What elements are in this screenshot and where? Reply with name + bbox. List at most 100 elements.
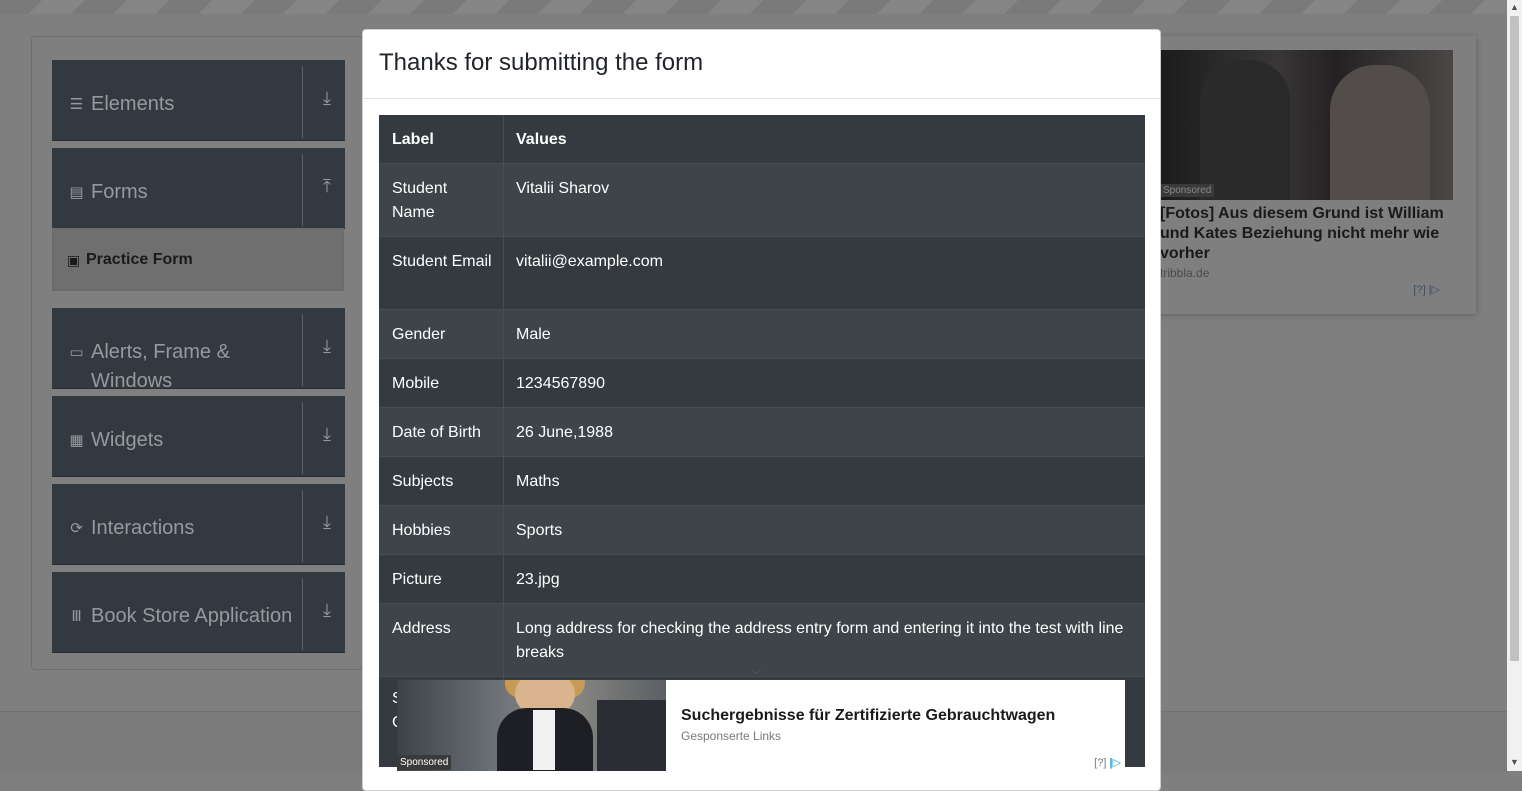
table-cell: 23.jpg (503, 555, 1145, 604)
bottom-ad[interactable]: Sponsored Suchergebnisse für Zertifizier… (397, 680, 1125, 771)
group-title: Widgets (91, 429, 164, 451)
ad-source[interactable]: tribbla.de (1160, 266, 1209, 280)
ad-image-figure (1330, 65, 1430, 200)
group-header: ⟳ Interactions (52, 490, 303, 562)
group-header: ▦ Widgets (52, 402, 303, 474)
ad-image[interactable] (1160, 50, 1453, 200)
chevron-down-icon[interactable]: ⌵ (752, 663, 761, 678)
table-cell: 26 June,1988 (503, 408, 1145, 457)
row-label: Date of Birth (392, 424, 481, 441)
table-row: Date of Birth 26 June,1988 (379, 407, 1145, 457)
download-arrow-icon: ⤓ (323, 600, 331, 620)
row-label: Address (392, 620, 451, 637)
group-header: Ⅲ Book Store Application (52, 578, 303, 650)
group-header: ▤ Forms (52, 154, 303, 226)
books-icon: Ⅲ (71, 608, 82, 625)
header-values: Values (516, 131, 567, 148)
sidebar-group-elements[interactable]: ☰ Elements ⤓ (52, 60, 345, 141)
sidebar-group-forms[interactable]: ▤ Forms ⤒ (52, 148, 345, 229)
row-value: 23.jpg (516, 571, 560, 588)
header-label: Label (392, 131, 434, 148)
table-cell: Hobbies (379, 506, 504, 555)
row-label: Gender (392, 326, 446, 343)
table-row: Student Email vitalii@example.com (379, 236, 1145, 310)
row-label: Mobile (392, 375, 440, 392)
table-cell: Gender (379, 310, 504, 359)
row-label: Subjects (392, 473, 454, 490)
table-row: Gender Male (379, 309, 1145, 359)
page-scrollbar[interactable]: ▲ ▼ (1507, 0, 1522, 771)
table-cell: Picture (379, 555, 504, 604)
row-label: Student Name (392, 180, 448, 221)
html5-icon: ▣ (67, 252, 81, 268)
row-value: 1234567890 (516, 375, 605, 392)
right-ad[interactable]: Sponsored [Fotos] Aus diesem Grund ist W… (1150, 36, 1476, 314)
ad-image-figure (1200, 60, 1290, 200)
table-header-cell: Label (379, 115, 504, 163)
row-label: Student Email (392, 253, 492, 270)
sidebar-group-bookstore[interactable]: Ⅲ Book Store Application ⤓ (52, 572, 345, 653)
menu-icon: ☰ (69, 96, 84, 113)
scroll-up-icon[interactable]: ▲ (1510, 2, 1519, 12)
ad-marker: [?] (1094, 757, 1107, 769)
row-value: Vitalii Sharov (516, 180, 610, 197)
table-header-row: Label Values (379, 115, 1145, 163)
sidebar-item-label: Practice Form (86, 251, 193, 268)
group-title: Forms (91, 181, 148, 203)
upload-arrow-icon: ⤒ (323, 176, 331, 196)
table-row: Hobbies Sports (379, 505, 1145, 555)
refresh-icon: ⟳ (70, 520, 83, 537)
window-icon: ▭ (69, 344, 84, 361)
sponsored-badge: Sponsored (397, 755, 452, 770)
modal-header: Thanks for submitting the form (363, 30, 1160, 99)
group-title: Alerts, Frame & Windows (91, 341, 230, 392)
table-cell: Student Email (379, 237, 504, 310)
ad-image-figure (597, 700, 666, 771)
download-arrow-icon: ⤓ (323, 512, 331, 532)
sidebar-item-practice-form[interactable]: ▣ Practice Form (52, 228, 344, 291)
table-cell: Long address for checking the address en… (503, 604, 1145, 677)
table-row: Address Long address for checking the ad… (379, 603, 1145, 677)
group-header: ☰ Elements (52, 66, 303, 138)
document-icon: ▤ (69, 184, 84, 201)
scrollbar-thumb[interactable] (1510, 16, 1519, 661)
table-cell: Subjects (379, 457, 504, 506)
download-arrow-icon: ⤓ (323, 424, 331, 444)
table-cell: Male (503, 310, 1145, 359)
table-cell: 1234567890 (503, 359, 1145, 408)
sidebar-group-alerts[interactable]: ▭ Alerts, Frame & Windows ⤓ (52, 308, 345, 392)
modal-title: Thanks for submitting the form (379, 49, 704, 76)
ad-info-icon[interactable]: [?] |▷ (1413, 283, 1440, 296)
sponsored-badge: Sponsored (1160, 184, 1215, 197)
header-banner (0, 0, 1507, 14)
scroll-down-icon[interactable]: ▼ (1510, 757, 1519, 767)
sidebar-group-widgets[interactable]: ▦ Widgets ⤓ (52, 396, 345, 477)
table-row: Subjects Maths (379, 456, 1145, 506)
row-value: vitalii@example.com (516, 253, 663, 270)
table-row: Student Name Vitalii Sharov (379, 163, 1145, 237)
download-arrow-icon: ⤓ (323, 88, 331, 108)
download-arrow-icon: ⤓ (323, 336, 331, 356)
ad-marker: [?] (1413, 284, 1426, 296)
row-label: Hobbies (392, 522, 451, 539)
row-label: Picture (392, 571, 442, 588)
group-title: Book Store Application (91, 605, 293, 627)
row-value: Sports (516, 522, 563, 539)
row-value: 26 June,1988 (516, 424, 613, 441)
table-header-cell: Values (503, 115, 1145, 163)
ad-subline: Gesponserte Links (681, 729, 782, 743)
submission-modal: Thanks for submitting the form Label Val… (362, 29, 1161, 791)
table-row: Picture 23.jpg (379, 554, 1145, 604)
sidebar-group-interactions[interactable]: ⟳ Interactions ⤓ (52, 484, 345, 565)
ad-info-icon[interactable]: [?] |▷ (1094, 756, 1121, 769)
widgets-icon: ▦ (69, 432, 84, 449)
ad-image-figure (533, 710, 555, 770)
table-row: Mobile 1234567890 (379, 358, 1145, 408)
row-value: Maths (516, 473, 560, 490)
table-cell: Date of Birth (379, 408, 504, 457)
table-cell: Sports (503, 506, 1145, 555)
ad-headline[interactable]: [Fotos] Aus diesem Grund ist William und… (1160, 204, 1450, 264)
row-value: Male (516, 326, 551, 343)
ad-headline[interactable]: Suchergebnisse für Zertifizierte Gebrauc… (681, 707, 1055, 725)
table-cell: Maths (503, 457, 1145, 506)
